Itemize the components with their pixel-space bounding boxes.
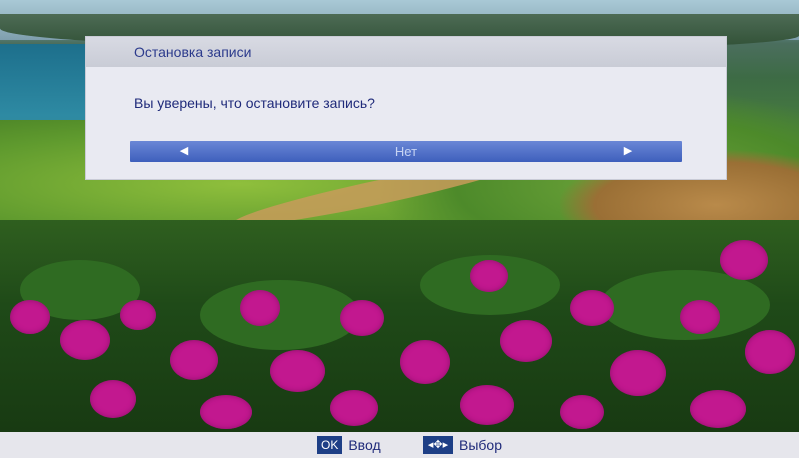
flower [470,260,508,292]
flower [330,390,378,426]
flower [90,380,136,418]
flower [610,350,666,396]
flower [500,320,552,362]
leaf [200,280,360,350]
dialog-header: Остановка записи [86,37,726,67]
flower [680,300,720,334]
flower [200,395,252,429]
dialog-message: Вы уверены, что остановите запись? [134,95,375,111]
flower [690,390,746,428]
flower [560,395,604,429]
flower [240,290,280,326]
hint-enter: OK Ввод [317,436,381,454]
arrow-left-icon[interactable]: ◀ [174,141,194,162]
flower [745,330,795,374]
arrow-right-icon[interactable]: ▶ [618,141,638,162]
flower [60,320,110,360]
hint-select: ◂✥▸ Выбор [423,436,502,454]
selector-value: Нет [394,144,418,159]
navigation-key-icon: ◂✥▸ [423,436,453,454]
flower [120,300,156,330]
dialog-title: Остановка записи [134,44,252,60]
flower [10,300,50,334]
flower [400,340,450,384]
hint-bar: OK Ввод ◂✥▸ Выбор [0,432,799,458]
ok-key-icon: OK [317,436,343,454]
yes-no-selector[interactable]: Нет ◀ ▶ [130,141,682,162]
flower [720,240,768,280]
flower [570,290,614,326]
tv-screen: Остановка записи Вы уверены, что останов… [0,0,799,458]
flower [170,340,218,380]
flower [460,385,514,425]
flower [270,350,325,392]
flower [340,300,384,336]
hint-enter-label: Ввод [348,437,381,453]
hint-select-label: Выбор [459,437,502,453]
stop-recording-dialog: Остановка записи Вы уверены, что останов… [86,37,726,179]
